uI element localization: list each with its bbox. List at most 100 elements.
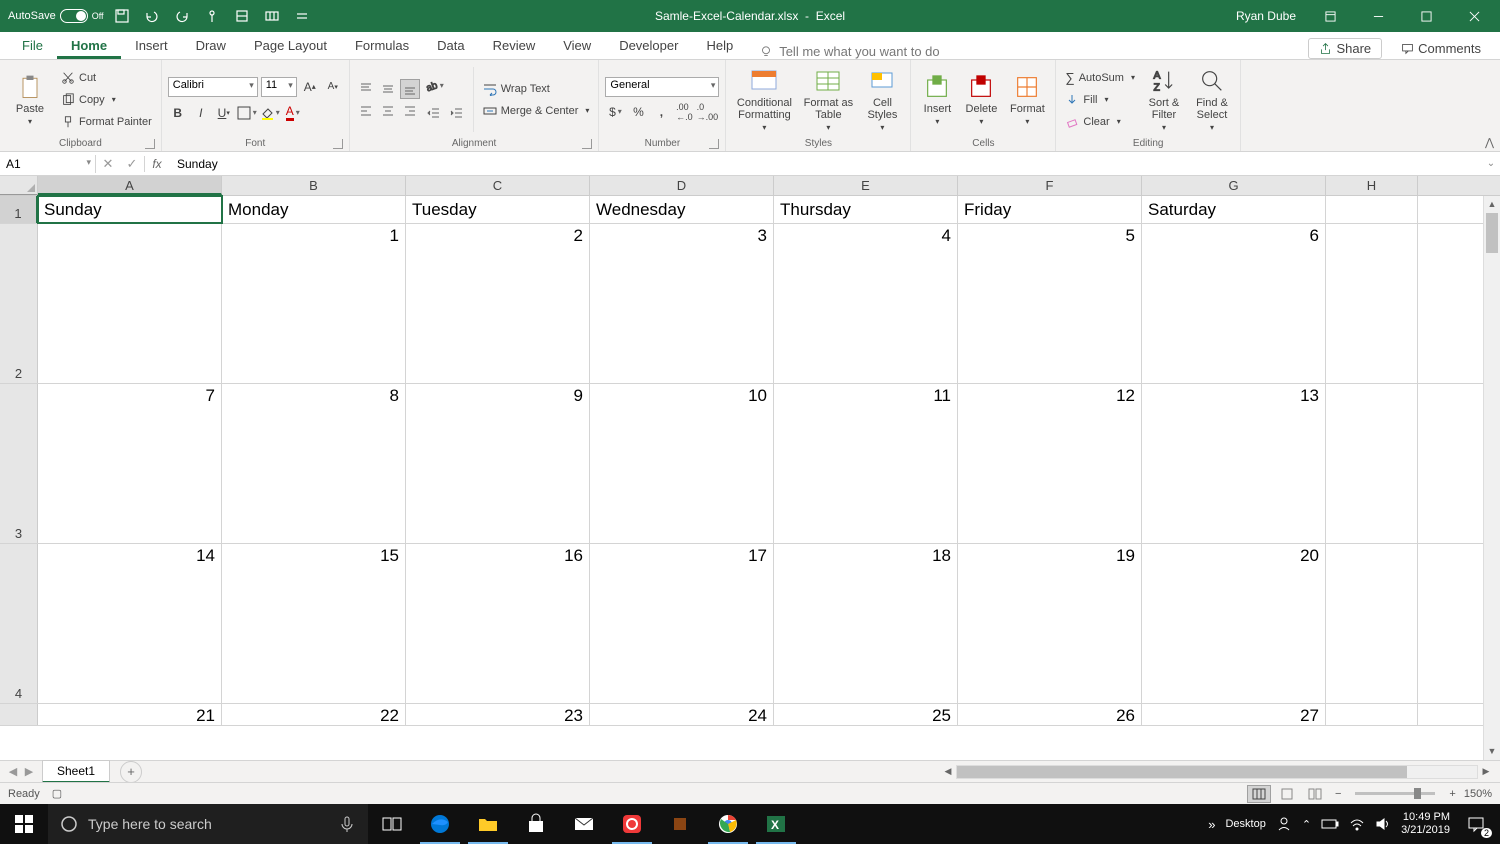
increase-decimal-icon[interactable]: .00←.0 — [674, 102, 694, 122]
row-header-3[interactable]: 3 — [0, 384, 38, 543]
row-header-2[interactable]: 2 — [0, 224, 38, 383]
scroll-up-icon[interactable]: ▲ — [1484, 196, 1500, 213]
tab-help[interactable]: Help — [692, 32, 747, 59]
cell-g4[interactable]: 20 — [1142, 544, 1326, 703]
cell-f1[interactable]: Friday — [958, 196, 1142, 223]
bold-button[interactable]: B — [168, 103, 188, 123]
cancel-formula-icon[interactable]: ✕ — [96, 156, 120, 172]
page-break-view-button[interactable] — [1303, 785, 1327, 803]
copy-button[interactable]: Copy▾ — [58, 90, 155, 110]
alignment-launcher[interactable] — [582, 139, 592, 149]
cell-d5[interactable]: 24 — [590, 704, 774, 725]
align-left-icon[interactable] — [356, 101, 376, 121]
row-header-4[interactable]: 4 — [0, 544, 38, 703]
cell-a1[interactable]: Sunday — [38, 196, 222, 223]
cell-g1[interactable]: Saturday — [1142, 196, 1326, 223]
cell-b4[interactable]: 15 — [222, 544, 406, 703]
sheet-nav-next-icon[interactable]: ▶ — [22, 765, 36, 778]
mic-icon[interactable] — [338, 815, 356, 833]
ribbon-display-icon[interactable] — [1308, 0, 1352, 32]
format-painter-button[interactable]: Format Painter — [58, 112, 155, 132]
taskbar-mail[interactable] — [560, 804, 608, 844]
undo-icon[interactable] — [140, 4, 164, 28]
cell-f5[interactable]: 26 — [958, 704, 1142, 725]
zoom-slider[interactable] — [1355, 792, 1435, 795]
share-button[interactable]: Share — [1308, 38, 1382, 59]
cell-c2[interactable]: 2 — [406, 224, 590, 383]
find-select-button[interactable]: Find & Select▾ — [1190, 63, 1234, 136]
fill-button[interactable]: Fill▾ — [1062, 90, 1138, 110]
cell-f3[interactable]: 12 — [958, 384, 1142, 543]
col-header-g[interactable]: G — [1142, 176, 1326, 195]
row-header-5[interactable] — [0, 704, 38, 725]
underline-button[interactable]: U▾ — [214, 103, 234, 123]
tell-me-search[interactable]: Tell me what you want to do — [759, 44, 939, 59]
col-header-f[interactable]: F — [958, 176, 1142, 195]
decrease-indent-icon[interactable] — [424, 103, 444, 123]
col-header-e[interactable]: E — [774, 176, 958, 195]
cell-b1[interactable]: Monday — [222, 196, 406, 223]
qat-icon-3[interactable] — [260, 4, 284, 28]
sheet-nav-prev-icon[interactable]: ◀ — [6, 765, 20, 778]
scroll-down-icon[interactable]: ▼ — [1484, 743, 1500, 760]
cell-d1[interactable]: Wednesday — [590, 196, 774, 223]
tab-formulas[interactable]: Formulas — [341, 32, 423, 59]
cell-h5[interactable] — [1326, 704, 1418, 725]
accounting-format-button[interactable]: $ — [605, 102, 625, 122]
close-button[interactable] — [1452, 0, 1496, 32]
save-icon[interactable] — [110, 4, 134, 28]
cell-e5[interactable]: 25 — [774, 704, 958, 725]
cell-g3[interactable]: 13 — [1142, 384, 1326, 543]
increase-font-icon[interactable]: A▴ — [300, 77, 320, 97]
cell-d2[interactable]: 3 — [590, 224, 774, 383]
sheet-tab-1[interactable]: Sheet1 — [42, 760, 110, 783]
font-launcher[interactable] — [333, 139, 343, 149]
cell-e4[interactable]: 18 — [774, 544, 958, 703]
redo-icon[interactable] — [170, 4, 194, 28]
align-bottom-icon[interactable] — [400, 79, 420, 99]
cell-f4[interactable]: 19 — [958, 544, 1142, 703]
vscroll-thumb[interactable] — [1486, 213, 1498, 253]
zoom-level[interactable]: 150% — [1464, 788, 1492, 800]
cell-g2[interactable]: 6 — [1142, 224, 1326, 383]
tab-file[interactable]: File — [8, 32, 57, 59]
expand-formula-bar-icon[interactable]: ⌄ — [1482, 158, 1500, 169]
select-all-corner[interactable] — [0, 176, 38, 195]
cell-f2[interactable]: 5 — [958, 224, 1142, 383]
cell-a5[interactable]: 21 — [38, 704, 222, 725]
tab-data[interactable]: Data — [423, 32, 478, 59]
qat-icon-2[interactable] — [230, 4, 254, 28]
border-button[interactable] — [237, 103, 257, 123]
paste-button[interactable]: Paste▾ — [6, 63, 54, 136]
comments-button[interactable]: Comments — [1394, 38, 1488, 59]
decrease-decimal-icon[interactable]: .0→.00 — [697, 102, 717, 122]
tray-notifications-icon[interactable]: 2 — [1460, 808, 1492, 840]
col-header-a[interactable]: A — [38, 176, 222, 195]
start-button[interactable] — [0, 804, 48, 844]
tab-page-layout[interactable]: Page Layout — [240, 32, 341, 59]
delete-cells-button[interactable]: Delete▾ — [961, 63, 1001, 136]
conditional-formatting-button[interactable]: Conditional Formatting▾ — [732, 63, 796, 136]
maximize-button[interactable] — [1404, 0, 1448, 32]
format-cells-button[interactable]: Format▾ — [1005, 63, 1049, 136]
enter-formula-icon[interactable]: ✓ — [120, 156, 144, 172]
hscroll-thumb[interactable] — [957, 766, 1407, 778]
formula-input[interactable]: Sunday — [169, 155, 1482, 173]
hscroll-right-icon[interactable]: ▶ — [1478, 766, 1494, 777]
italic-button[interactable]: I — [191, 103, 211, 123]
tray-up-icon[interactable]: ⌃ — [1302, 818, 1311, 831]
taskbar-edge[interactable] — [416, 804, 464, 844]
cell-a3[interactable]: 7 — [38, 384, 222, 543]
align-right-icon[interactable] — [400, 101, 420, 121]
cell-h3[interactable] — [1326, 384, 1418, 543]
tray-desktop-label[interactable]: Desktop — [1225, 818, 1265, 830]
format-as-table-button[interactable]: Format as Table▾ — [800, 63, 856, 136]
cell-g5[interactable]: 27 — [1142, 704, 1326, 725]
decrease-font-icon[interactable]: A▾ — [323, 77, 343, 97]
taskbar-explorer[interactable] — [464, 804, 512, 844]
cell-d3[interactable]: 10 — [590, 384, 774, 543]
hscroll-left-icon[interactable]: ◀ — [940, 766, 956, 777]
cell-d4[interactable]: 17 — [590, 544, 774, 703]
horizontal-scrollbar[interactable] — [956, 765, 1478, 779]
percent-button[interactable]: % — [628, 102, 648, 122]
